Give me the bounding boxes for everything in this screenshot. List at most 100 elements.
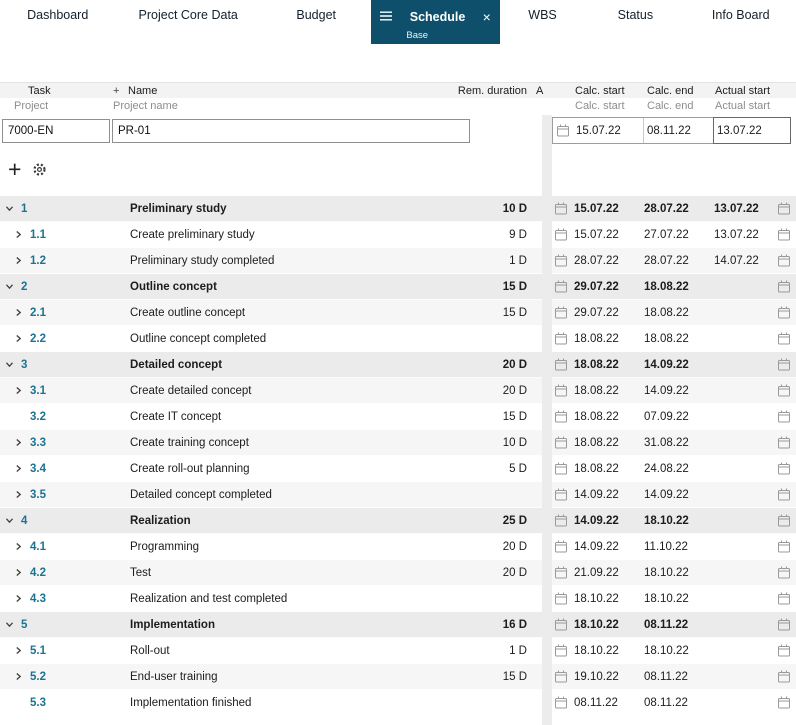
date-row-2.1[interactable]: 29.07.22 18.08.22 [552,300,796,326]
calendar-icon[interactable] [776,306,796,319]
expander-right-icon[interactable] [14,334,30,343]
tab-schedule[interactable]: Schedule × Base [371,0,500,44]
expander-right-icon[interactable] [14,256,30,265]
calendar-icon[interactable] [776,566,796,579]
calendar-icon[interactable] [552,410,574,423]
date-row-2.2[interactable]: 18.08.22 18.08.22 [552,326,796,352]
tab-project-core-data[interactable]: Project Core Data [115,0,261,30]
task-row-5.1[interactable]: 5.1 Roll-out 1 D [0,638,542,664]
calendar-icon[interactable] [552,644,574,657]
task-row-4.2[interactable]: 4.2 Test 20 D [0,560,542,586]
project-calc-start[interactable]: 15.07.22 [573,118,643,143]
calendar-icon[interactable] [552,306,574,319]
tab-wbs[interactable]: WBS [500,0,585,30]
expander-right-icon[interactable] [14,646,30,655]
date-row-1.2[interactable]: 28.07.22 28.07.22 14.07.22 [552,248,796,274]
expander-down-icon[interactable] [5,360,21,369]
date-row-3.2[interactable]: 18.08.22 07.09.22 [552,404,796,430]
task-row-5.2[interactable]: 5.2 End-user training 15 D [0,664,542,690]
project-calc-end[interactable]: 08.11.22 [643,118,713,143]
date-row-3[interactable]: 18.08.22 14.09.22 [552,352,796,378]
calendar-icon[interactable] [776,202,796,215]
task-row-1[interactable]: 1 Preliminary study 10 D [0,196,542,222]
calendar-icon[interactable] [776,670,796,683]
date-row-3.1[interactable]: 18.08.22 14.09.22 [552,378,796,404]
calendar-icon[interactable] [552,358,574,371]
calendar-icon[interactable] [552,696,574,709]
date-row-2[interactable]: 29.07.22 18.08.22 [552,274,796,300]
menu-icon[interactable] [380,10,393,24]
calendar-icon[interactable] [552,514,574,527]
date-row-1.1[interactable]: 15.07.22 27.07.22 13.07.22 [552,222,796,248]
tab-dashboard[interactable]: Dashboard [0,0,115,30]
date-row-3.4[interactable]: 18.08.22 24.08.22 [552,456,796,482]
task-row-3[interactable]: 3 Detailed concept 20 D [0,352,542,378]
task-row-3.5[interactable]: 3.5 Detailed concept completed [0,482,542,508]
calendar-icon[interactable] [552,462,574,475]
calendar-icon[interactable] [776,358,796,371]
expander-right-icon[interactable] [14,542,30,551]
task-row-1.1[interactable]: 1.1 Create preliminary study 9 D [0,222,542,248]
calendar-icon[interactable] [552,488,574,501]
add-column-icon[interactable]: + [113,84,119,98]
task-row-3.1[interactable]: 3.1 Create detailed concept 20 D [0,378,542,404]
expander-right-icon[interactable] [14,386,30,395]
calendar-icon[interactable] [776,644,796,657]
date-row-5.1[interactable]: 18.10.22 18.10.22 [552,638,796,664]
calendar-icon[interactable] [552,254,574,267]
tab-info-board[interactable]: Info Board [686,0,796,30]
col-header-calc-start[interactable]: Calc. start [575,84,625,98]
calendar-icon[interactable] [776,488,796,501]
calendar-icon[interactable] [776,280,796,293]
expander-right-icon[interactable] [14,308,30,317]
calendar-icon[interactable] [552,670,574,683]
date-row-5.2[interactable]: 19.10.22 08.11.22 [552,664,796,690]
expander-right-icon[interactable] [14,490,30,499]
calendar-icon[interactable] [776,436,796,449]
col-header-rem-duration[interactable]: Rem. duration [458,84,527,98]
task-row-4.3[interactable]: 4.3 Realization and test completed [0,586,542,612]
project-actual-start[interactable]: 13.07.22 [713,117,791,144]
col-header-calc-end[interactable]: Calc. end [647,84,693,98]
task-row-3.2[interactable]: 3.2 Create IT concept 15 D [0,404,542,430]
project-id-input[interactable] [2,119,110,143]
calendar-icon[interactable] [776,462,796,475]
col-header-task[interactable]: Task [28,84,51,98]
date-row-1[interactable]: 15.07.22 28.07.22 13.07.22 [552,196,796,222]
settings-gear-icon[interactable] [32,162,47,177]
col-header-clipped[interactable]: A [536,84,543,98]
project-name-input[interactable] [112,119,470,143]
calendar-icon[interactable] [776,514,796,527]
expander-down-icon[interactable] [5,620,21,629]
task-row-3.3[interactable]: 3.3 Create training concept 10 D [0,430,542,456]
calendar-icon[interactable] [552,384,574,397]
date-row-5[interactable]: 18.10.22 08.11.22 [552,612,796,638]
calendar-icon[interactable] [552,592,574,605]
panel-splitter[interactable] [542,82,552,725]
calendar-icon[interactable] [552,228,574,241]
calendar-icon[interactable] [552,436,574,449]
task-row-5[interactable]: 5 Implementation 16 D [0,612,542,638]
col-header-name[interactable]: Name [128,84,157,98]
task-row-5.3[interactable]: 5.3 Implementation finished [0,690,542,716]
expander-right-icon[interactable] [14,568,30,577]
expander-down-icon[interactable] [5,516,21,525]
expander-down-icon[interactable] [5,282,21,291]
calendar-icon[interactable] [776,540,796,553]
calendar-icon[interactable] [552,202,574,215]
calendar-icon[interactable] [776,618,796,631]
calendar-icon[interactable] [552,566,574,579]
close-tab-icon[interactable]: × [483,10,491,24]
date-row-5.3[interactable]: 08.11.22 08.11.22 [552,690,796,716]
expander-down-icon[interactable] [5,204,21,213]
date-row-4[interactable]: 14.09.22 18.10.22 [552,508,796,534]
task-row-3.4[interactable]: 3.4 Create roll-out planning 5 D [0,456,542,482]
task-row-2[interactable]: 2 Outline concept 15 D [0,274,542,300]
date-row-4.3[interactable]: 18.10.22 18.10.22 [552,586,796,612]
task-row-1.2[interactable]: 1.2 Preliminary study completed 1 D [0,248,542,274]
calendar-icon[interactable] [776,592,796,605]
expander-right-icon[interactable] [14,230,30,239]
expander-right-icon[interactable] [14,438,30,447]
calendar-icon[interactable] [776,384,796,397]
calendar-icon[interactable] [776,410,796,423]
